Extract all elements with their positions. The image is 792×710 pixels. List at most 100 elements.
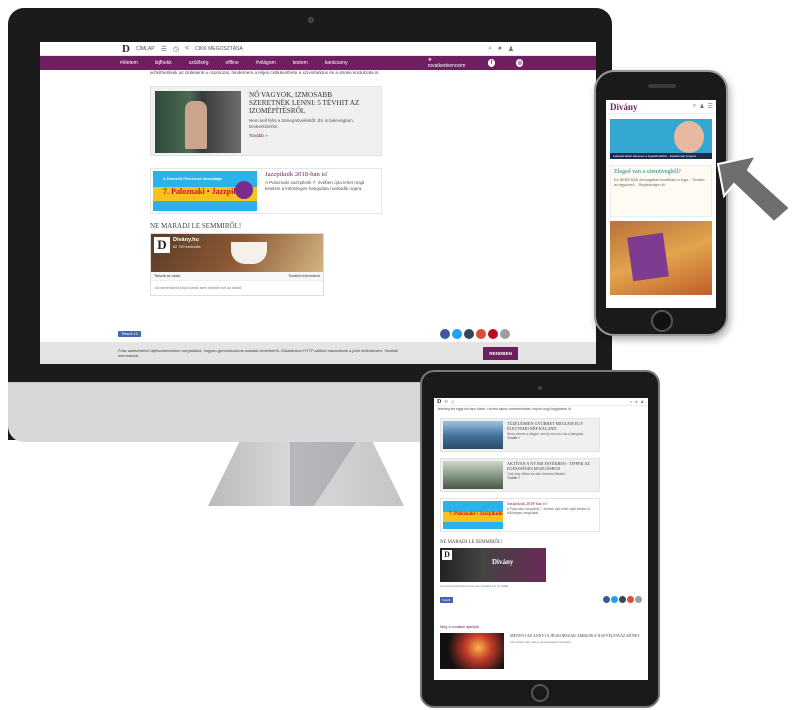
monitor-camera (308, 17, 314, 23)
phone-user-icon[interactable]: ♟ (699, 103, 704, 110)
fb-page-likes: 82 790 kedvelés (173, 245, 201, 249)
tablet-event-description: A Paloznaki Jazzpiknik 7. évében újra le… (507, 507, 591, 516)
tablet-googleplus-share-icon[interactable] (627, 596, 634, 604)
phone-menu-icon[interactable]: ☰ (708, 103, 713, 110)
tablet-recommended-article[interactable]: MENNYI AZ ANNYI A JÉGKORSZAK AMIKOR A NA… (440, 633, 648, 670)
tablet-card-image[interactable] (443, 421, 503, 450)
share-icon[interactable]: < (185, 45, 189, 52)
event-card-title[interactable]: Jazzpiknik 2018-ban is! (265, 171, 379, 178)
share-bar: Tetszik 10 (118, 329, 510, 339)
phone-search-icon[interactable]: ⌕ (693, 103, 696, 110)
tablet-article-card[interactable]: AKTÍVAN A NYÁRI ESTÉKBEN - TIPPEK AZ EGÉ… (440, 458, 600, 493)
tablet-user-icon[interactable]: ♟ (640, 399, 644, 404)
tablet-card-title[interactable]: AKTÍVAN A NYÁRI ESTÉKBEN - TIPPEK AZ EGÉ… (507, 461, 597, 471)
fb-page-logo[interactable]: D (154, 237, 170, 253)
googleplus-share-icon[interactable] (476, 329, 486, 339)
tablet-menu-icon[interactable]: ☰ (444, 399, 448, 404)
cookie-accept-button[interactable]: RENDBEN (483, 346, 518, 360)
article-column: erősíthetősek az izületeink a csontozat,… (150, 70, 382, 296)
event-card[interactable]: A Nemzeti Pincészet bemutatja 7. Palozna… (150, 168, 382, 214)
social-share-icons (440, 329, 510, 339)
tablet-home-button[interactable] (531, 684, 549, 702)
nav-item-vilagom[interactable]: #világom (256, 60, 276, 66)
tablet-article-card[interactable]: TÜZÉLÉSBEN GYÜRHET MEGLEM EGY ÉLETVEHO N… (440, 418, 600, 453)
tablet-facebook-widget[interactable]: D Divány (440, 548, 546, 583)
phone-logo[interactable]: Divány (610, 102, 638, 112)
bell-icon[interactable]: ♠ (498, 45, 502, 53)
email-share-icon[interactable] (500, 329, 510, 339)
site-logo[interactable]: D (122, 43, 130, 55)
fb-like-button[interactable]: Tetszik 10 (118, 331, 141, 337)
pinterest-share-icon[interactable] (488, 329, 498, 339)
phone-home-button[interactable] (651, 310, 673, 332)
instagram-icon[interactable]: ◎ (516, 59, 524, 67)
category-nav: #életem lájfhekk szülőség offline #világ… (40, 56, 596, 70)
nav-item-offline[interactable]: offline (225, 60, 238, 66)
tablet-card-more-link[interactable]: Tovább » (507, 476, 597, 480)
tablet-topbar-actions: ⌕ ♠ ♟ (630, 399, 644, 404)
favorites-link[interactable]: ★ rovatkedvenceim (428, 57, 467, 69)
fb-widget-buttons: Tetszik az oldal További információ (151, 272, 323, 280)
home-link[interactable]: CÍMLAP (136, 46, 155, 52)
fb-more-info-button[interactable]: További információ (288, 274, 320, 278)
menu-icon[interactable]: ☰ (161, 45, 167, 53)
tablet-like-button[interactable]: Tetszik (440, 596, 453, 603)
facebook-icon[interactable]: f (487, 59, 496, 67)
nav-item-szuloseg[interactable]: szülőség (189, 60, 209, 66)
search-icon[interactable]: ⌕ (488, 45, 492, 53)
phone-promo-image[interactable] (610, 221, 712, 295)
phone-speaker (648, 84, 676, 88)
tablet-recommended-title[interactable]: MENNYI AZ ANNYI A JÉGKORSZAK AMIKOR A NA… (510, 633, 640, 638)
tablet-social-icons (603, 596, 642, 604)
fb-like-page-button[interactable]: Tetszik az oldal (154, 274, 180, 278)
share-article-link[interactable]: CIKK MEGOSZTÁSA (195, 46, 243, 52)
phone-device: Divány ⌕ ♟ ☰ Lebeasid ádást sikeresen a … (594, 70, 728, 336)
nav-item-testem[interactable]: testem (293, 60, 308, 66)
tablet-bell-icon[interactable]: ♠ (635, 399, 637, 404)
tablet-twitter-share-icon[interactable] (611, 596, 618, 604)
related-article-card[interactable]: NŐ VAGYOK, IZMOSABB SZERETNÉK LENNI: 5 T… (150, 86, 382, 156)
tablet-card-title[interactable]: TÜZÉLÉSBEN GYÜRHET MEGLEM EGY ÉLETVEHO N… (507, 421, 597, 431)
phone-article-card[interactable]: Eleged van a szemüvegből? Ez NEMCSAK önm… (610, 165, 712, 217)
tablet-search-icon[interactable]: ⌕ (630, 399, 632, 404)
facebook-page-widget[interactable]: D Divány.hu 82 790 kedvelés Tetszik az o… (150, 233, 324, 296)
tablet-tumblr-share-icon[interactable] (619, 596, 626, 604)
book-image (627, 232, 669, 282)
nav-right: ★ rovatkedvenceim f ◎ (348, 57, 524, 69)
tablet-recommended-image[interactable] (440, 633, 504, 670)
tumblr-share-icon[interactable] (464, 329, 474, 339)
clock-icon[interactable]: ◷ (173, 45, 179, 53)
read-more-link[interactable]: Tovább » (249, 133, 369, 138)
facebook-share-icon[interactable] (440, 329, 450, 339)
related-article-image[interactable] (155, 91, 241, 153)
tablet-card-body: AKTÍVAN A NYÁRI ESTÉKBEN - TIPPEK AZ EGÉ… (507, 461, 597, 489)
tablet-banner-title: 7. Paloznaki • Jazzpiknik (449, 512, 503, 518)
tablet-card-image[interactable] (443, 461, 503, 490)
ad-caption: Lebeasid ádást sikeresen a fogadalmaidbó… (613, 154, 697, 158)
tablet-clock-icon[interactable]: ◷ (451, 399, 455, 404)
related-article-title[interactable]: NŐ VAGYOK, IZMOSABB SZERETNÉK LENNI: 5 T… (249, 91, 369, 115)
user-icon[interactable]: ♟ (508, 45, 514, 53)
tablet-event-card[interactable]: 7. Paloznaki • Jazzpiknik Jazzpiknik 201… (440, 498, 600, 533)
tablet-email-share-icon[interactable] (635, 596, 642, 604)
tablet-camera (538, 386, 542, 390)
banner-subtitle: A Nemzeti Pincészet bemutatja (163, 176, 222, 181)
jazzpiknik-banner[interactable]: A Nemzeti Pincészet bemutatja 7. Palozna… (153, 171, 257, 211)
tablet-fb-logo[interactable]: D (442, 550, 452, 561)
tablet-facebook-share-icon[interactable] (603, 596, 610, 604)
nav-item-karacsony[interactable]: karácsony (325, 60, 348, 66)
tablet-event-title[interactable]: Jazzpiknik 2018-ban is! (507, 501, 597, 506)
twitter-share-icon[interactable] (452, 329, 462, 339)
tablet-event-body: Jazzpiknik 2018-ban is! A Paloznaki Jazz… (507, 501, 597, 529)
phone-ad-banner[interactable]: Lebeasid ádást sikeresen a fogadalmaidbó… (610, 119, 712, 159)
nav-item-eletem[interactable]: #életem (120, 60, 138, 66)
phone-card-title[interactable]: Eleged van a szemüvegből? (614, 169, 708, 176)
desktop-screen: D CÍMLAP ☰ ◷ < CIKK MEGOSZTÁSA ⌕ ♠ ♟ #él… (40, 42, 596, 364)
tablet-jazzpiknik-banner[interactable]: 7. Paloznaki • Jazzpiknik (443, 501, 503, 530)
devices-mockup: D CÍMLAP ☰ ◷ < CIKK MEGOSZTÁSA ⌕ ♠ ♟ #él… (0, 0, 792, 710)
fb-page-name[interactable]: Divány.hu (173, 237, 199, 243)
fb-cover-image[interactable]: D Divány.hu 82 790 kedvelés (151, 234, 323, 272)
tablet-logo[interactable]: D (437, 399, 441, 405)
nav-item-lajfhekk[interactable]: lájfhekk (155, 60, 172, 66)
tablet-card-more-link[interactable]: Tovább » (507, 436, 597, 440)
